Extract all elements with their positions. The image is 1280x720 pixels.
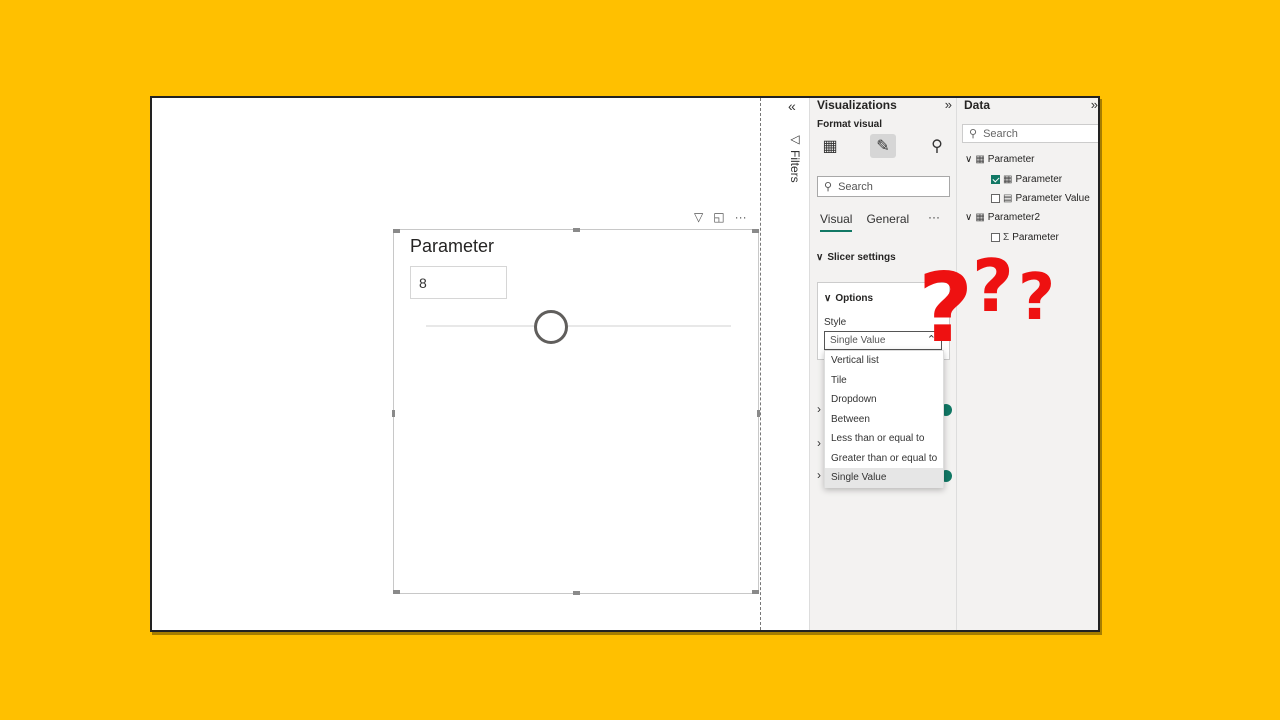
resize-handle[interactable] <box>393 590 400 594</box>
options-header[interactable]: ∨ Options <box>824 293 873 304</box>
field-checkbox[interactable] <box>991 194 1000 203</box>
slider-thumb[interactable] <box>534 310 568 344</box>
slicer-settings-section[interactable]: ∨ Slicer settings <box>816 252 896 263</box>
slicer-visual[interactable]: Parameter 8 <box>392 228 760 595</box>
slicer-value-input[interactable]: 8 <box>410 266 507 299</box>
format-visual-label: Format visual <box>817 119 883 130</box>
visualizations-search-input[interactable]: ⚲ Search <box>817 176 950 197</box>
powerbi-window: ▽ ◱ ··· Parameter 8 « ◁ Filters Visualiz… <box>150 96 1100 632</box>
format-visual-icon[interactable]: ✎ <box>870 134 896 158</box>
resize-handle[interactable] <box>752 590 759 594</box>
parameter-field-icon: ▦ <box>1003 174 1013 185</box>
dropdown-option-single-value[interactable]: Single Value <box>825 468 943 488</box>
filter-icon[interactable]: ▽ <box>694 210 703 224</box>
calculator-icon: ▤ <box>1003 193 1013 204</box>
expand-data-icon[interactable]: » <box>1091 98 1098 112</box>
resize-handle[interactable] <box>393 229 400 233</box>
question-mark: ? <box>918 254 974 364</box>
chevron-right-icon[interactable]: › <box>817 468 821 482</box>
canvas-divider <box>760 98 761 630</box>
question-mark: ? <box>1018 261 1056 335</box>
field-row[interactable]: ▦ Parameter <box>991 174 1062 185</box>
chevron-right-icon[interactable]: › <box>817 436 821 450</box>
data-pane: Data » ⚲ Search ∨ ▦ Parameter ▦ Paramete… <box>956 98 1098 630</box>
slider-track[interactable] <box>426 325 731 327</box>
filter-funnel-icon: ◁ <box>788 132 802 146</box>
resize-handle[interactable] <box>752 229 759 233</box>
filters-pane-collapsed[interactable]: « ◁ Filters <box>762 98 809 630</box>
expand-visualizations-icon[interactable]: » <box>945 98 952 112</box>
resize-handle[interactable] <box>392 410 395 417</box>
search-icon: ⚲ <box>969 128 978 140</box>
question-mark: ? <box>972 244 1014 328</box>
format-tabs: Visual General <box>820 212 909 232</box>
build-visual-icon[interactable]: ▦ <box>817 134 843 158</box>
style-label: Style <box>824 317 847 328</box>
chevron-down-icon: ∨ <box>965 154 973 165</box>
more-options-icon[interactable]: ··· <box>735 210 747 224</box>
resize-handle[interactable] <box>573 591 580 595</box>
chevron-down-icon: ∨ <box>824 293 832 304</box>
visualizations-title: Visualizations <box>817 98 897 112</box>
focus-mode-icon[interactable]: ◱ <box>713 210 724 224</box>
filters-label[interactable]: ◁ Filters <box>788 132 802 183</box>
resize-handle[interactable] <box>757 410 760 417</box>
dropdown-option-tile[interactable]: Tile <box>825 371 943 391</box>
tab-visual[interactable]: Visual <box>820 212 853 232</box>
visual-header-toolbar: ▽ ◱ ··· <box>694 210 747 224</box>
parameter-table-icon: ▦ <box>975 154 985 165</box>
more-options-icon[interactable]: ··· <box>928 210 940 224</box>
table-icon: ▦ <box>975 212 985 223</box>
field-row[interactable]: ▤ Parameter Value <box>991 193 1090 204</box>
dropdown-option-between[interactable]: Between <box>825 410 943 430</box>
dropdown-option-greater-than[interactable]: Greater than or equal to <box>825 449 943 469</box>
dropdown-option-dropdown[interactable]: Dropdown <box>825 390 943 410</box>
chevron-right-icon[interactable]: › <box>817 402 821 416</box>
data-title: Data <box>964 98 991 112</box>
dropdown-option-less-than[interactable]: Less than or equal to <box>825 429 943 449</box>
slicer-title: Parameter <box>410 236 495 256</box>
sigma-icon: Σ <box>1003 232 1010 243</box>
search-icon: ⚲ <box>824 181 833 193</box>
chevron-down-icon: ∨ <box>965 212 973 223</box>
chevron-down-icon: ∨ <box>816 252 824 263</box>
table-node-parameter2[interactable]: ∨ ▦ Parameter2 <box>965 212 1040 223</box>
style-dropdown-list: Vertical list Tile Dropdown Between Less… <box>824 350 944 488</box>
analytics-icon[interactable]: ⚲ <box>924 134 950 158</box>
resize-handle[interactable] <box>573 228 580 232</box>
field-checkbox[interactable] <box>991 175 1000 184</box>
field-row[interactable]: Σ Parameter <box>991 232 1059 243</box>
collapse-filters-icon[interactable]: « <box>788 98 796 114</box>
data-search-input[interactable]: ⚲ Search <box>962 124 1098 143</box>
field-checkbox[interactable] <box>991 233 1000 242</box>
tab-general[interactable]: General <box>866 212 909 232</box>
table-node-parameter[interactable]: ∨ ▦ Parameter <box>965 154 1034 165</box>
